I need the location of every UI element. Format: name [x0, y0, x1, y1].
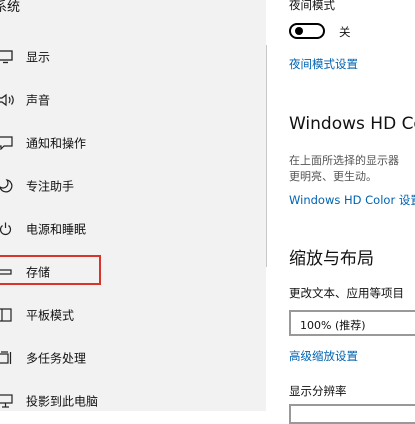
notification-icon — [0, 135, 16, 151]
sidebar-item-label: 通知和操作 — [26, 136, 87, 151]
sidebar-item-label: 专注助手 — [26, 179, 75, 194]
sidebar-item-notifications[interactable]: 通知和操作 — [0, 126, 262, 160]
sidebar-item-focus-assist[interactable]: 专注助手 — [0, 169, 262, 203]
toggle-knob — [295, 27, 303, 35]
hdr-settings-link[interactable]: Windows HD Color 设置 — [289, 192, 415, 208]
sidebar-item-label: 声音 — [26, 93, 51, 108]
resolution-dropdown[interactable] — [289, 404, 415, 424]
display-settings-panel: 夜间模式 关 夜间模式设置 Windows HD Co 在上面所选择的显示器 更… — [267, 0, 415, 424]
scale-dropdown-value: 100% (推荐) — [300, 319, 366, 332]
hdr-description-line1: 在上面所选择的显示器 — [289, 154, 399, 167]
hdr-description-line2: 更明亮、更生动。 — [289, 170, 377, 183]
night-mode-heading: 夜间模式 — [289, 0, 335, 12]
scale-heading: 缩放与布局 — [289, 249, 374, 269]
sidebar-item-display[interactable]: 显示 — [0, 40, 262, 74]
sidebar-item-power-sleep[interactable]: 电源和睡眠 — [0, 212, 262, 246]
night-mode-toggle-state: 关 — [339, 25, 351, 39]
sidebar-item-sound[interactable]: 声音 — [0, 83, 262, 117]
sidebar-item-label: 显示 — [26, 50, 51, 65]
tablet-icon — [0, 307, 16, 323]
monitor-icon — [0, 49, 16, 65]
sidebar-item-tablet-mode[interactable]: 平板模式 — [0, 298, 262, 332]
advanced-scaling-link[interactable]: 高级缩放设置 — [289, 348, 358, 364]
settings-sidebar: 系统 显示 声音 通知和操作 专注助手 电源和睡眠 存储 平板模式 多任务处理 … — [0, 0, 266, 411]
scale-dropdown[interactable]: 100% (推荐) — [289, 310, 415, 336]
speaker-icon — [0, 92, 16, 108]
power-icon — [0, 221, 16, 237]
sidebar-item-label: 投影到此电脑 — [26, 394, 99, 409]
night-mode-toggle[interactable] — [289, 23, 325, 39]
sidebar-item-multitasking[interactable]: 多任务处理 — [0, 341, 262, 375]
text-size-label: 更改文本、应用等项目 — [289, 286, 404, 300]
sidebar-item-project-to-pc[interactable]: 投影到此电脑 — [0, 384, 262, 418]
sidebar-item-label: 电源和睡眠 — [26, 222, 87, 237]
project-icon — [0, 393, 16, 409]
multitasking-icon — [0, 350, 16, 366]
storage-highlight-box — [0, 255, 101, 285]
sidebar-title: 系统 — [0, 0, 21, 15]
sidebar-item-label: 多任务处理 — [26, 351, 87, 366]
moon-icon — [0, 178, 16, 194]
sidebar-item-label: 平板模式 — [26, 308, 75, 323]
resolution-label: 显示分辨率 — [289, 384, 347, 398]
night-mode-settings-link[interactable]: 夜间模式设置 — [289, 56, 358, 72]
hdr-heading: Windows HD Co — [289, 114, 415, 134]
